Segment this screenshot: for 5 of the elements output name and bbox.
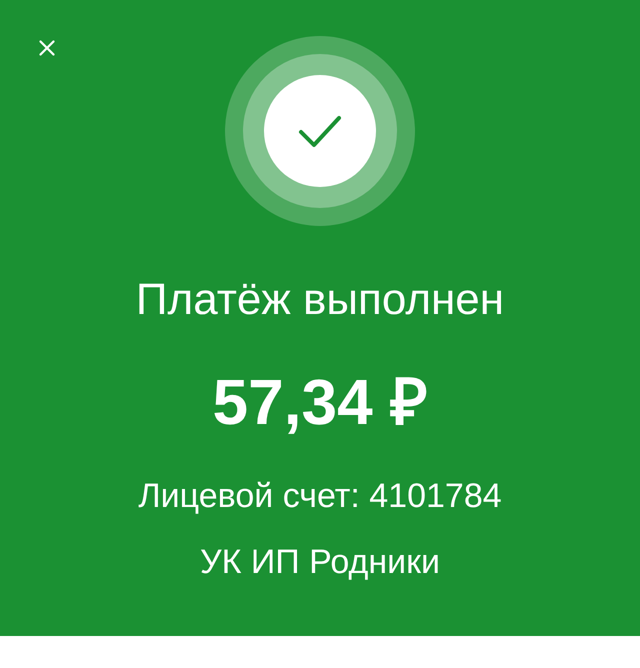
- payment-amount: 57,34 ₽: [212, 366, 428, 438]
- success-check-icon: [225, 36, 415, 226]
- status-title: Платёж выполнен: [136, 274, 504, 326]
- payment-detail: Лицевой счет: 4101784: [138, 476, 502, 517]
- payment-detail: УК ИП Родники: [200, 542, 440, 583]
